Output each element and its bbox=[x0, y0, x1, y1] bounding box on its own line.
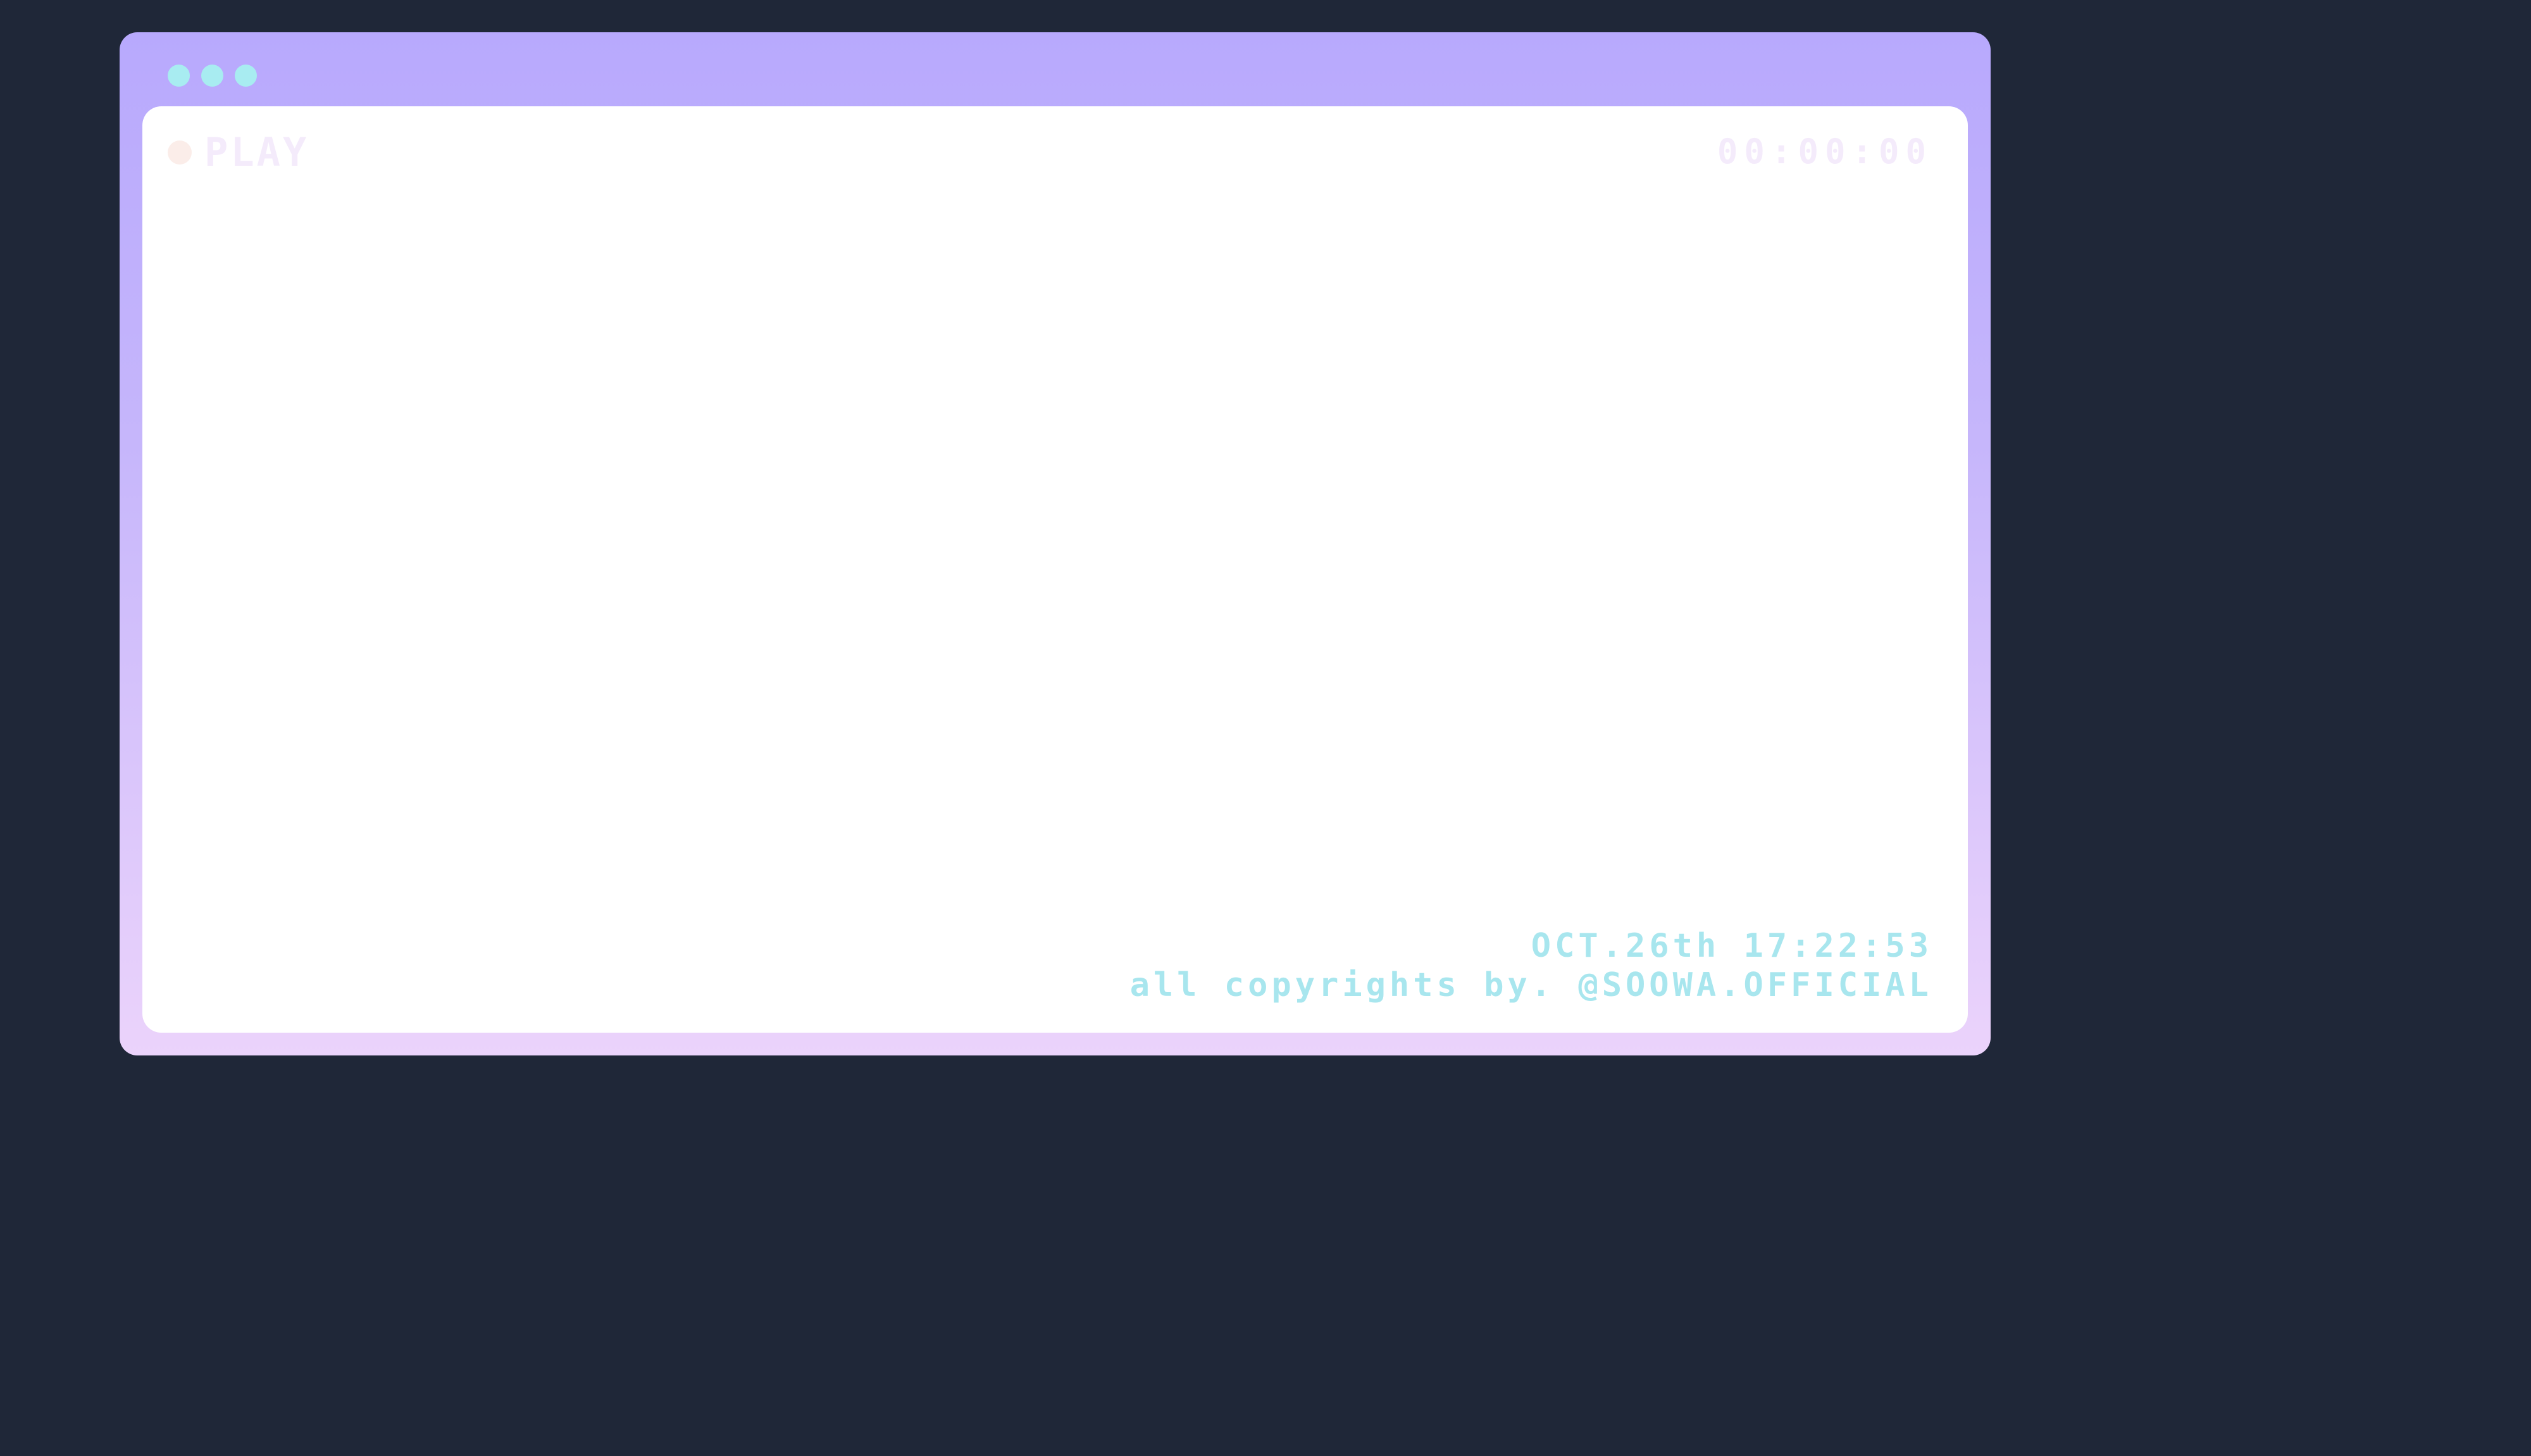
video-screen: PLAY 00:00:00 OCT.26th 17:22:53 all copy… bbox=[142, 106, 1968, 1033]
window-dot-1[interactable] bbox=[168, 65, 190, 87]
record-indicator-icon bbox=[168, 140, 192, 165]
screen-footer: OCT.26th 17:22:53 all copyrights by. @SO… bbox=[1130, 926, 1932, 1005]
copyright-text: all copyrights by. @SOOWA.OFFICIAL bbox=[1129, 966, 1932, 1004]
window-titlebar bbox=[120, 32, 1991, 106]
window-dot-3[interactable] bbox=[235, 65, 257, 87]
window-dot-2[interactable] bbox=[201, 65, 223, 87]
play-label: PLAY bbox=[204, 129, 309, 175]
date-time-stamp: OCT.26th 17:22:53 bbox=[1531, 927, 1932, 965]
play-status: PLAY bbox=[168, 129, 309, 175]
app-window: PLAY 00:00:00 OCT.26th 17:22:53 all copy… bbox=[120, 32, 1991, 1055]
window-controls bbox=[168, 65, 257, 87]
timecode: 00:00:00 bbox=[1717, 132, 1932, 171]
